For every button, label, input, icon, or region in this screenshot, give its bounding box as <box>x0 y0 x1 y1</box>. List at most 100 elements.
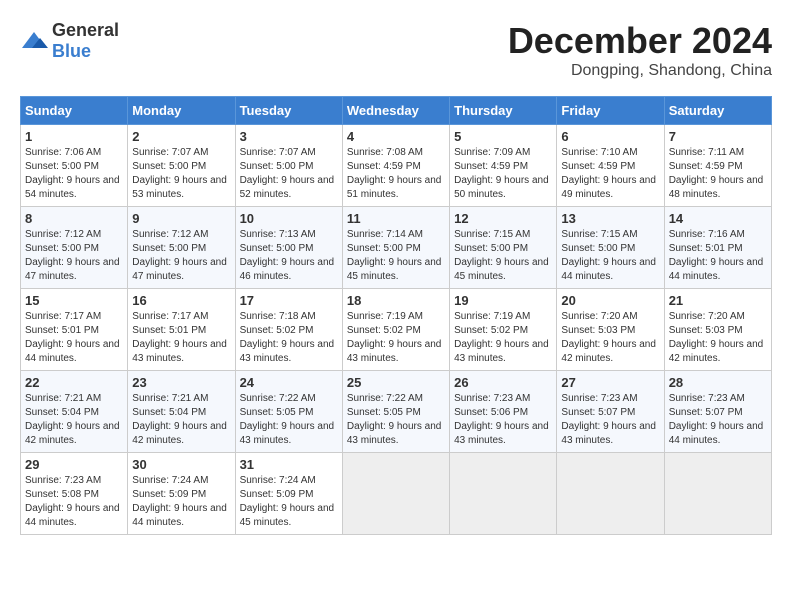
day-number: 5 <box>454 129 552 144</box>
weekday-header-saturday: Saturday <box>664 97 771 125</box>
calendar-cell: 21Sunrise: 7:20 AMSunset: 5:03 PMDayligh… <box>664 289 771 371</box>
day-number: 11 <box>347 211 445 226</box>
logo-blue: Blue <box>52 41 91 61</box>
calendar-cell: 1 Sunrise: 7:06 AMSunset: 5:00 PMDaylight… <box>21 125 128 207</box>
calendar-cell: 8 Sunrise: 7:12 AMSunset: 5:00 PMDaylight… <box>21 207 128 289</box>
day-info: Sunrise: 7:19 AMSunset: 5:02 PMDaylight:… <box>454 310 552 366</box>
day-number: 13 <box>561 211 659 226</box>
day-info: Sunrise: 7:20 AMSunset: 5:03 PMDaylight:… <box>561 310 659 366</box>
day-number: 12 <box>454 211 552 226</box>
calendar-cell: 18Sunrise: 7:19 AMSunset: 5:02 PMDayligh… <box>342 289 449 371</box>
calendar-cell: 27Sunrise: 7:23 AMSunset: 5:07 PMDayligh… <box>557 371 664 453</box>
calendar-cell <box>557 453 664 535</box>
calendar-cell: 2Sunrise: 7:07 AMSunset: 5:00 PMDaylight… <box>128 125 235 207</box>
day-info: Sunrise: 7:17 AMSunset: 5:01 PMDaylight:… <box>132 310 230 366</box>
day-number: 26 <box>454 375 552 390</box>
weekday-header-sunday: Sunday <box>21 97 128 125</box>
calendar-cell: 15 Sunrise: 7:17 AMSunset: 5:01 PMDayligh… <box>21 289 128 371</box>
title-section: December 2024 Dongping, Shandong, China <box>508 20 772 80</box>
day-info: Sunrise: 7:12 AMSunset: 5:00 PMDaylight:… <box>25 228 123 284</box>
day-number: 6 <box>561 129 659 144</box>
calendar-cell: 23Sunrise: 7:21 AMSunset: 5:04 PMDayligh… <box>128 371 235 453</box>
day-info: Sunrise: 7:13 AMSunset: 5:00 PMDaylight:… <box>240 228 338 284</box>
day-info: Sunrise: 7:23 AMSunset: 5:07 PMDaylight:… <box>561 392 659 448</box>
week-row-1: 1 Sunrise: 7:06 AMSunset: 5:00 PMDaylight… <box>21 125 772 207</box>
day-info: Sunrise: 7:21 AMSunset: 5:04 PMDaylight:… <box>132 392 230 448</box>
weekday-header-friday: Friday <box>557 97 664 125</box>
day-number: 25 <box>347 375 445 390</box>
location: Dongping, Shandong, China <box>508 62 772 80</box>
day-number: 30 <box>132 457 230 472</box>
day-number: 9 <box>132 211 230 226</box>
calendar-cell <box>664 453 771 535</box>
weekday-header-wednesday: Wednesday <box>342 97 449 125</box>
day-number: 28 <box>669 375 767 390</box>
weekday-header-row: SundayMondayTuesdayWednesdayThursdayFrid… <box>21 97 772 125</box>
day-number: 16 <box>132 293 230 308</box>
week-row-2: 8 Sunrise: 7:12 AMSunset: 5:00 PMDaylight… <box>21 207 772 289</box>
day-info: Sunrise: 7:07 AMSunset: 5:00 PMDaylight:… <box>132 146 230 202</box>
day-info: Sunrise: 7:22 AMSunset: 5:05 PMDaylight:… <box>240 392 338 448</box>
day-number: 19 <box>454 293 552 308</box>
calendar-cell: 9 Sunrise: 7:12 AMSunset: 5:00 PMDaylight… <box>128 207 235 289</box>
day-number: 22 <box>25 375 123 390</box>
day-number: 8 <box>25 211 123 226</box>
week-row-3: 15 Sunrise: 7:17 AMSunset: 5:01 PMDayligh… <box>21 289 772 371</box>
day-info: Sunrise: 7:18 AMSunset: 5:02 PMDaylight:… <box>240 310 338 366</box>
calendar-cell: 12 Sunrise: 7:15 AMSunset: 5:00 PMDayligh… <box>450 207 557 289</box>
day-info: Sunrise: 7:23 AMSunset: 5:08 PMDaylight:… <box>25 474 123 530</box>
day-number: 7 <box>669 129 767 144</box>
calendar-cell: 17 Sunrise: 7:18 AMSunset: 5:02 PMDayligh… <box>235 289 342 371</box>
day-number: 21 <box>669 293 767 308</box>
day-number: 10 <box>240 211 338 226</box>
calendar-cell: 7Sunrise: 7:11 AMSunset: 4:59 PMDaylight… <box>664 125 771 207</box>
day-number: 3 <box>240 129 338 144</box>
day-info: Sunrise: 7:12 AMSunset: 5:00 PMDaylight:… <box>132 228 230 284</box>
calendar-cell: 20 Sunrise: 7:20 AMSunset: 5:03 PMDayligh… <box>557 289 664 371</box>
day-number: 18 <box>347 293 445 308</box>
day-info: Sunrise: 7:06 AMSunset: 5:00 PMDaylight:… <box>25 146 123 202</box>
day-number: 20 <box>561 293 659 308</box>
calendar-cell: 28 Sunrise: 7:23 AMSunset: 5:07 PMDayligh… <box>664 371 771 453</box>
day-number: 15 <box>25 293 123 308</box>
day-info: Sunrise: 7:23 AMSunset: 5:06 PMDaylight:… <box>454 392 552 448</box>
calendar-cell: 3Sunrise: 7:07 AMSunset: 5:00 PMDaylight… <box>235 125 342 207</box>
calendar-cell: 30 Sunrise: 7:24 AMSunset: 5:09 PMDayligh… <box>128 453 235 535</box>
calendar-cell: 14 Sunrise: 7:16 AMSunset: 5:01 PMDayligh… <box>664 207 771 289</box>
day-number: 17 <box>240 293 338 308</box>
calendar-cell: 13Sunrise: 7:15 AMSunset: 5:00 PMDayligh… <box>557 207 664 289</box>
day-info: Sunrise: 7:15 AMSunset: 5:00 PMDaylight:… <box>454 228 552 284</box>
logo: General Blue <box>20 20 119 62</box>
day-number: 4 <box>347 129 445 144</box>
logo-general: General <box>52 20 119 40</box>
calendar-cell: 24Sunrise: 7:22 AMSunset: 5:05 PMDayligh… <box>235 371 342 453</box>
weekday-header-thursday: Thursday <box>450 97 557 125</box>
day-info: Sunrise: 7:22 AMSunset: 5:05 PMDaylight:… <box>347 392 445 448</box>
calendar-cell: 11 Sunrise: 7:14 AMSunset: 5:00 PMDayligh… <box>342 207 449 289</box>
calendar-cell: 31Sunrise: 7:24 AMSunset: 5:09 PMDayligh… <box>235 453 342 535</box>
day-info: Sunrise: 7:10 AMSunset: 4:59 PMDaylight:… <box>561 146 659 202</box>
day-number: 29 <box>25 457 123 472</box>
day-info: Sunrise: 7:21 AMSunset: 5:04 PMDaylight:… <box>25 392 123 448</box>
week-row-5: 29 Sunrise: 7:23 AMSunset: 5:08 PMDayligh… <box>21 453 772 535</box>
day-number: 1 <box>25 129 123 144</box>
calendar-cell <box>342 453 449 535</box>
calendar-cell: 19 Sunrise: 7:19 AMSunset: 5:02 PMDayligh… <box>450 289 557 371</box>
page-container: General Blue December 2024 Dongping, Sha… <box>20 20 772 535</box>
day-info: Sunrise: 7:23 AMSunset: 5:07 PMDaylight:… <box>669 392 767 448</box>
calendar-cell <box>450 453 557 535</box>
calendar-cell: 22 Sunrise: 7:21 AMSunset: 5:04 PMDayligh… <box>21 371 128 453</box>
header: General Blue December 2024 Dongping, Sha… <box>20 20 772 80</box>
calendar-cell: 6 Sunrise: 7:10 AMSunset: 4:59 PMDaylight… <box>557 125 664 207</box>
calendar-cell: 10 Sunrise: 7:13 AMSunset: 5:00 PMDayligh… <box>235 207 342 289</box>
calendar-cell: 4Sunrise: 7:08 AMSunset: 4:59 PMDaylight… <box>342 125 449 207</box>
day-info: Sunrise: 7:24 AMSunset: 5:09 PMDaylight:… <box>132 474 230 530</box>
week-row-4: 22 Sunrise: 7:21 AMSunset: 5:04 PMDayligh… <box>21 371 772 453</box>
day-info: Sunrise: 7:16 AMSunset: 5:01 PMDaylight:… <box>669 228 767 284</box>
weekday-header-monday: Monday <box>128 97 235 125</box>
day-info: Sunrise: 7:17 AMSunset: 5:01 PMDaylight:… <box>25 310 123 366</box>
day-info: Sunrise: 7:14 AMSunset: 5:00 PMDaylight:… <box>347 228 445 284</box>
calendar-cell: 26 Sunrise: 7:23 AMSunset: 5:06 PMDayligh… <box>450 371 557 453</box>
day-number: 14 <box>669 211 767 226</box>
calendar-cell: 16 Sunrise: 7:17 AMSunset: 5:01 PMDayligh… <box>128 289 235 371</box>
